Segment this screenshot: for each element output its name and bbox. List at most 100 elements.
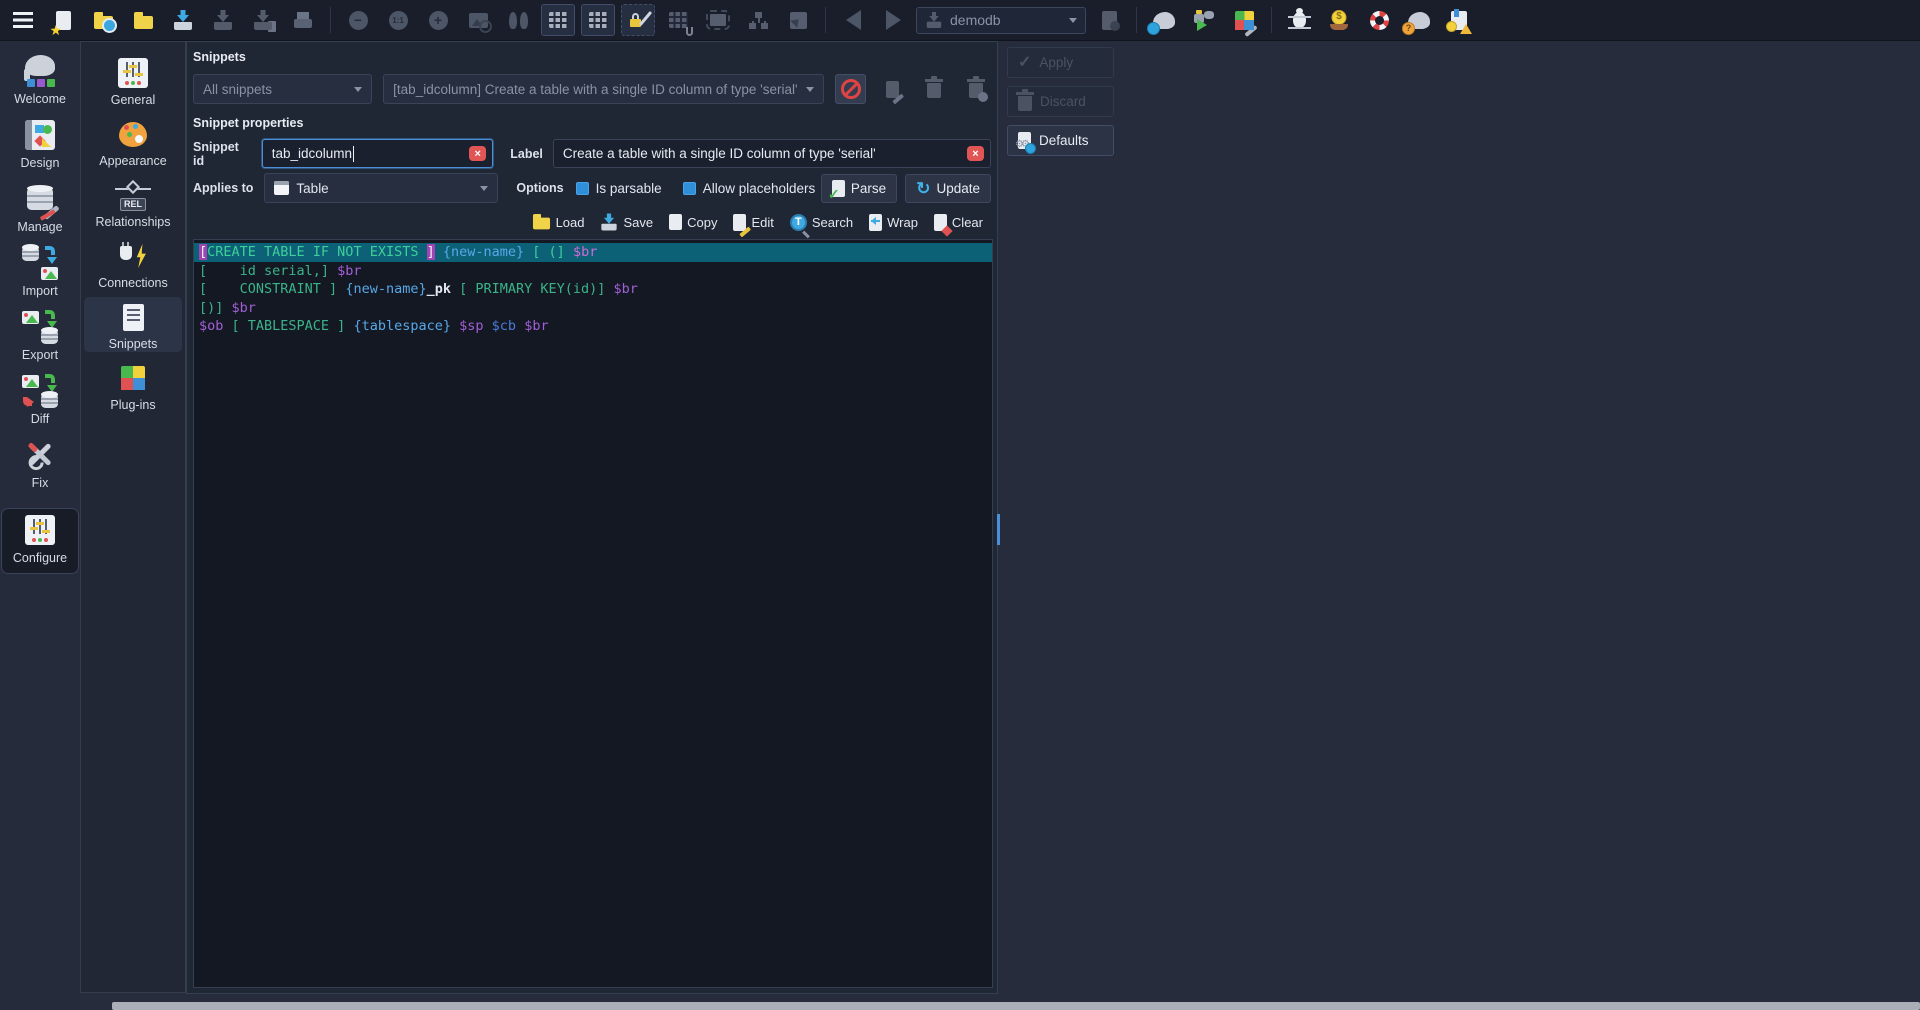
save-button[interactable]: Save [600,212,653,232]
activity-item-label: Configure [12,551,68,565]
allow-placeholders-label: Allow placeholders [702,180,816,196]
zoom-in-icon [421,4,455,36]
allow-placeholders-checkbox[interactable] [682,181,696,195]
open-recent-icon[interactable] [86,4,120,36]
pagination-icon [661,4,695,36]
settings-nav-plugins[interactable]: Plug-ins [84,358,182,413]
about-icon[interactable] [1402,4,1436,36]
export-icon [22,310,58,344]
save-model-icon[interactable] [166,4,200,36]
clear-label-icon[interactable] [967,146,985,161]
snippet-id-input[interactable]: tab_idcolumn [261,139,494,168]
model-selector[interactable]: demodb [916,6,1086,34]
align-grid-icon[interactable] [581,4,615,36]
code-line: [ CONSTRAINT ] {new-name}_pk [ PRIMARY K… [199,281,638,297]
sql-tool-icon[interactable] [1147,4,1181,36]
new-model-icon[interactable] [46,4,80,36]
wrap-icon [869,213,883,231]
save-all-icon [246,4,280,36]
clear-button[interactable]: Clear [933,213,983,237]
activity-item-label: Diff [30,412,50,426]
license-icon[interactable] [1442,4,1476,36]
snippets-settings-panel: Snippets All snippets [tab_idcolumn] Cre… [186,41,998,994]
code-line: [ id serial,] $br [199,262,362,279]
options-label: Options [516,181,564,195]
activity-item-configure[interactable]: Configure [1,508,79,574]
activity-item-label: Import [22,284,58,298]
defaults-button[interactable]: Defaults [1007,125,1114,156]
clear-snippet-id-icon[interactable] [469,146,487,161]
zoom-out-icon [341,4,375,36]
copy-icon [665,211,683,230]
search-icon [789,213,807,231]
activity-item-welcome[interactable]: Welcome [1,50,79,114]
activity-item-label: Manage [17,220,63,234]
cancel-edit-button[interactable] [835,74,866,104]
is-parsable-checkbox[interactable] [575,181,589,195]
delete-snippet-button [919,74,950,104]
activity-item-import[interactable]: Import [1,242,79,306]
activity-item-design[interactable]: Design [1,114,79,178]
snippet-properties-title: Snippet properties [193,116,304,130]
applies-to-label: Applies to [193,181,254,195]
update-icon [916,180,930,197]
plugins-settings-icon[interactable] [1227,4,1261,37]
activity-item-export[interactable]: Export [1,306,79,370]
snippet-filter-dropdown[interactable]: All snippets [193,74,373,104]
settings-nav-connections[interactable]: Connections [84,236,182,291]
snippet-select-dropdown[interactable]: [tab_idcolumn] Create a table with a sin… [383,74,825,104]
edit-snippet-icon [885,80,904,104]
snippet-editor[interactable]: [CREATE TABLE IF NOT EXISTS ] {new-name}… [193,239,993,988]
welcome-icon [22,54,58,88]
snippets-icon [115,300,151,334]
panel-splitter-handle[interactable] [997,514,1000,545]
chevron-down-icon [480,185,489,191]
import-icon [22,244,58,280]
chevron-down-icon [354,86,363,92]
applies-to-dropdown[interactable]: Table [264,173,499,203]
edit-snippet-button [877,74,908,104]
activity-item-diff[interactable]: Diff [1,370,79,434]
snippet-select-value: [tab_idcolumn] Create a table with a sin… [393,81,798,97]
edit-protection-icon[interactable] [621,4,655,36]
settings-nav-label: Relationships [95,215,171,229]
delete-all-icon [966,76,988,102]
show-grid-icon[interactable] [541,4,575,36]
label-input[interactable]: Create a table with a single ID column o… [552,139,992,168]
snippets-section-title: Snippets [193,50,246,64]
settings-nav-relationships[interactable]: REL Relationships [84,175,182,230]
settings-nav-appearance[interactable]: Appearance [84,114,182,169]
activity-item-manage[interactable]: Manage [1,178,79,242]
wrap-button[interactable]: Wrap [869,213,918,231]
connections-settings-icon[interactable] [1187,4,1221,36]
compact-view-icon [781,4,815,36]
main-menu-icon[interactable] [6,4,40,36]
activity-item-fix[interactable]: Fix [1,434,79,498]
discard-trash-icon [1016,88,1034,111]
edit-button[interactable]: Edit [733,213,774,237]
settings-nav-general[interactable]: General [84,53,182,108]
search-button[interactable]: Search [789,213,853,231]
chevron-down-icon [1069,17,1077,23]
settings-nav-label: Appearance [99,154,167,168]
support-icon[interactable] [1362,4,1396,36]
copy-button[interactable]: Copy [665,211,717,230]
parse-button[interactable]: Parse [820,173,898,203]
settings-nav-snippets[interactable]: Snippets [84,297,182,352]
toolbar-separator [825,7,826,33]
defaults-icon [1018,132,1036,154]
activity-bar: Welcome Design Manage Import Export Diff… [0,41,80,1010]
bug-report-icon[interactable] [1282,4,1316,36]
relationships-icon: REL [115,178,151,212]
delete-icon [924,76,943,98]
settings-nav-label: General [110,93,156,107]
load-button[interactable]: Load [532,213,584,230]
code-line: [CREATE TABLE IF NOT EXISTS ] {new-name}… [194,243,992,262]
horizontal-scrollbar[interactable] [112,1002,1920,1010]
snippet-id-value: tab_idcolumn [271,146,353,161]
donate-icon[interactable] [1322,4,1356,36]
label-value: Create a table with a single ID column o… [562,146,876,161]
update-button[interactable]: Update [905,173,991,203]
connections-icon [115,239,151,273]
open-model-icon[interactable] [126,4,160,36]
